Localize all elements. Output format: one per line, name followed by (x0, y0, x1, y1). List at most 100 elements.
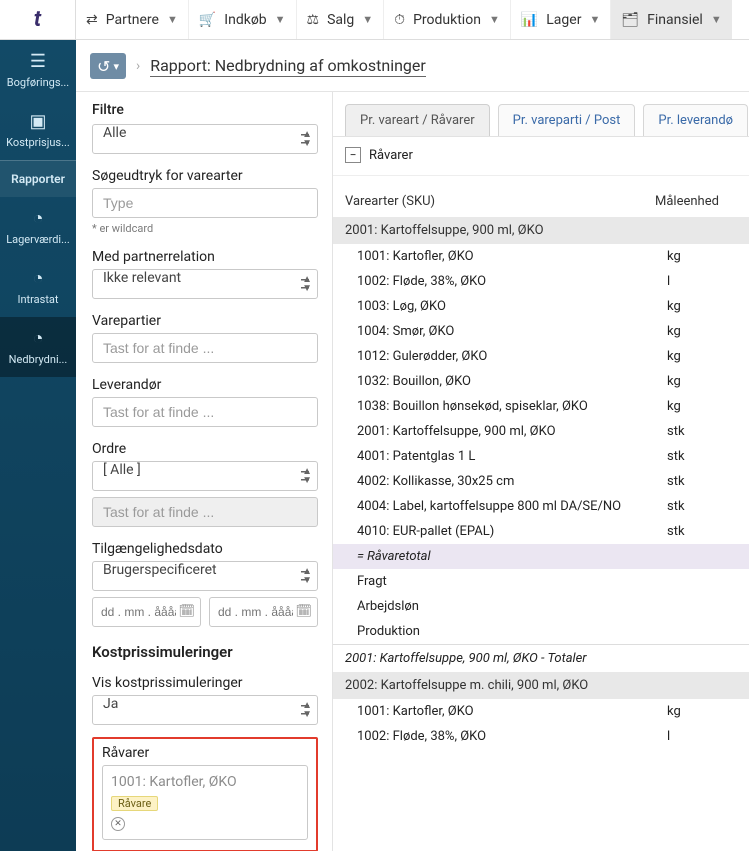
table-row[interactable]: 4010: EUR-pallet (EPAL)stk (333, 519, 749, 544)
collapse-toggle[interactable]: − (345, 147, 361, 163)
rail-kostpris[interactable]: ▣ Kostprisjus... (0, 100, 76, 160)
table-row[interactable]: 1032: Bouillon, ØKOkg (333, 369, 749, 394)
tilg-select[interactable]: Brugerspecificeret ▲▼ (92, 561, 318, 591)
topnav-produktion[interactable]: ⏱ Produktion ▼ (383, 0, 510, 39)
table-row[interactable]: 1038: Bouillon hønsekød, spiseklar, ØKOk… (333, 394, 749, 419)
cell-sku: 1003: Løg, ØKO (357, 299, 667, 314)
raavarer-chip-input[interactable]: 1001: Kartofler, ØKO Råvare ✕ (102, 765, 308, 840)
cell-unit: kg (667, 704, 737, 719)
cell-unit: kg (667, 299, 737, 314)
topnav-partnere[interactable]: ⇄ Partnere ▼ (76, 0, 188, 39)
tab-vareparti-post[interactable]: Pr. vareparti / Post (498, 104, 636, 136)
sales-icon: ⚖ (307, 12, 320, 28)
table-row[interactable]: 2001: Kartoffelsuppe, 900 ml, ØKOstk (333, 419, 749, 444)
chevron-right-icon: › (136, 58, 140, 74)
rail-label: Intrastat (17, 293, 58, 306)
cell-sku: 1001: Kartofler, ØKO (357, 704, 667, 719)
warehouse-icon: 📊 (521, 12, 538, 28)
table-row[interactable]: 1001: Kartofler, ØKOkg (333, 244, 749, 269)
history-button[interactable]: ↺ ▾ (90, 53, 126, 79)
piechart-icon: ◔ (33, 268, 44, 289)
leverandor-label: Leverandør (92, 377, 318, 393)
raavarer-highlight-box: Råvarer 1001: Kartofler, ØKO Råvare ✕ (92, 737, 318, 851)
topnav-salg[interactable]: ⚖ Salg ▼ (296, 0, 384, 39)
partner-label: Med partnerrelation (92, 249, 318, 265)
tilg-value: Brugerspecificeret (92, 561, 318, 591)
rail-lagervaerdi[interactable]: ◔ Lagerværdi... (0, 197, 76, 257)
finance-icon: 🗂 (621, 12, 639, 28)
chevron-down-icon: ▼ (167, 13, 178, 26)
cell-unit: stk (667, 424, 737, 439)
table-row[interactable]: 1012: Gulerødder, ØKOkg (333, 344, 749, 369)
table-row[interactable]: 1002: Fløde, 38%, ØKOl (333, 269, 749, 294)
table-row[interactable]: 1002: Fløde, 38%, ØKOl (333, 724, 749, 749)
topnav-label: Produktion (413, 12, 481, 28)
topnav-finansiel[interactable]: 🗂 Finansiel ▼ (610, 0, 731, 39)
cell-unit: kg (667, 249, 737, 264)
cell-sku: 4010: EUR-pallet (EPAL) (357, 524, 667, 539)
date-to-input[interactable] (209, 597, 318, 627)
ordre-label: Ordre (92, 441, 318, 457)
leverandor-input[interactable] (92, 397, 318, 427)
app-logo[interactable]: t (0, 0, 76, 39)
cell-unit: stk (667, 474, 737, 489)
cell-sku: 1004: Smør, ØKO (357, 324, 667, 339)
search-input[interactable] (92, 188, 318, 218)
cell-unit: stk (667, 449, 737, 464)
ordre-select[interactable]: [ Alle ] ▲▼ (92, 461, 318, 491)
left-rail: ☰ Bogførings... ▣ Kostprisjus... Rapport… (0, 40, 76, 851)
cell-unit: kg (667, 399, 737, 414)
filter-category-select[interactable]: Alle ▲▼ (92, 124, 318, 154)
topnav-lager[interactable]: 📊 Lager ▼ (510, 0, 611, 39)
cell-unit: l (667, 729, 737, 744)
topnav-label: Lager (546, 12, 581, 28)
tab-leverandor[interactable]: Pr. leverandø (643, 104, 748, 136)
cell-sku: 2001: Kartoffelsuppe, 900 ml, ØKO (357, 424, 667, 439)
table-row[interactable]: 1004: Smør, ØKOkg (333, 319, 749, 344)
kost-select[interactable]: Ja ▲▼ (92, 695, 318, 725)
partner-select[interactable]: Ikke relevant ▲▼ (92, 269, 318, 299)
tab-vareart-raavarer[interactable]: Pr. vareart / Råvarer (345, 104, 490, 136)
cell-unit: stk (667, 524, 737, 539)
partners-icon: ⇄ (86, 12, 98, 28)
cell-sku: 4001: Patentglas 1 L (357, 449, 667, 464)
cell-unit: kg (667, 349, 737, 364)
cell-unit: kg (667, 374, 737, 389)
search-label: Søgeudtryk for varearter (92, 168, 318, 184)
raavarer-label: Råvarer (102, 745, 308, 761)
filter-panel: Filtre Alle ▲▼ Søgeudtryk for varearter … (76, 92, 333, 851)
sum-row: = Råvaretotal (333, 544, 749, 569)
chevron-down-icon: ▼ (589, 13, 600, 26)
tilg-label: Tilgængelighedsdato (92, 541, 318, 557)
ordre-search-input (92, 497, 318, 527)
rail-label: Lagerværdi... (6, 233, 70, 246)
group-header[interactable]: 2001: Kartoffelsuppe, 900 ml, ØKO (333, 217, 749, 244)
report-tabs: Pr. vareart / Råvarer Pr. vareparti / Po… (333, 92, 749, 137)
topnav-label: Partnere (106, 12, 159, 28)
remove-chip-icon[interactable]: ✕ (111, 817, 125, 831)
rail-label: Bogførings... (7, 76, 69, 89)
vareparti-input[interactable] (92, 333, 318, 363)
table-row[interactable]: 4004: Label, kartoffelsuppe 800 ml DA/SE… (333, 494, 749, 519)
topnav: ⇄ Partnere ▼ 🛒 Indkøb ▼ ⚖ Salg ▼ ⏱ Produ… (76, 0, 749, 39)
table-row[interactable]: 4001: Patentglas 1 Lstk (333, 444, 749, 469)
cell-sku: 1002: Fløde, 38%, ØKO (357, 274, 667, 289)
group-header[interactable]: 2002: Kartoffelsuppe m. chili, 900 ml, Ø… (333, 672, 749, 699)
history-icon: ↺ (97, 57, 110, 76)
rail-nedbrydning[interactable]: ◔ Nedbrydni... (0, 317, 76, 377)
report-panel: Pr. vareart / Råvarer Pr. vareparti / Po… (333, 92, 749, 851)
extra-row: Produktion (333, 619, 749, 644)
table-row[interactable]: 1003: Løg, ØKOkg (333, 294, 749, 319)
rail-label: Kostprisjus... (6, 136, 70, 149)
cell-sku: 1038: Bouillon hønsekød, spiseklar, ØKO (357, 399, 667, 414)
chevron-down-icon: ▼ (489, 13, 500, 26)
rail-intrastat[interactable]: ◔ Intrastat (0, 257, 76, 317)
chevron-down-icon: ▼ (362, 13, 373, 26)
date-from-input[interactable] (92, 597, 201, 627)
production-icon: ⏱ (394, 12, 405, 28)
table-row[interactable]: 4002: Kollikasse, 30x25 cmstk (333, 469, 749, 494)
breadcrumb-title: Rapport: Nedbrydning af omkostninger (150, 56, 426, 77)
table-row[interactable]: 1001: Kartofler, ØKOkg (333, 699, 749, 724)
topnav-indkob[interactable]: 🛒 Indkøb ▼ (188, 0, 296, 39)
rail-bogforing[interactable]: ☰ Bogførings... (0, 40, 76, 100)
